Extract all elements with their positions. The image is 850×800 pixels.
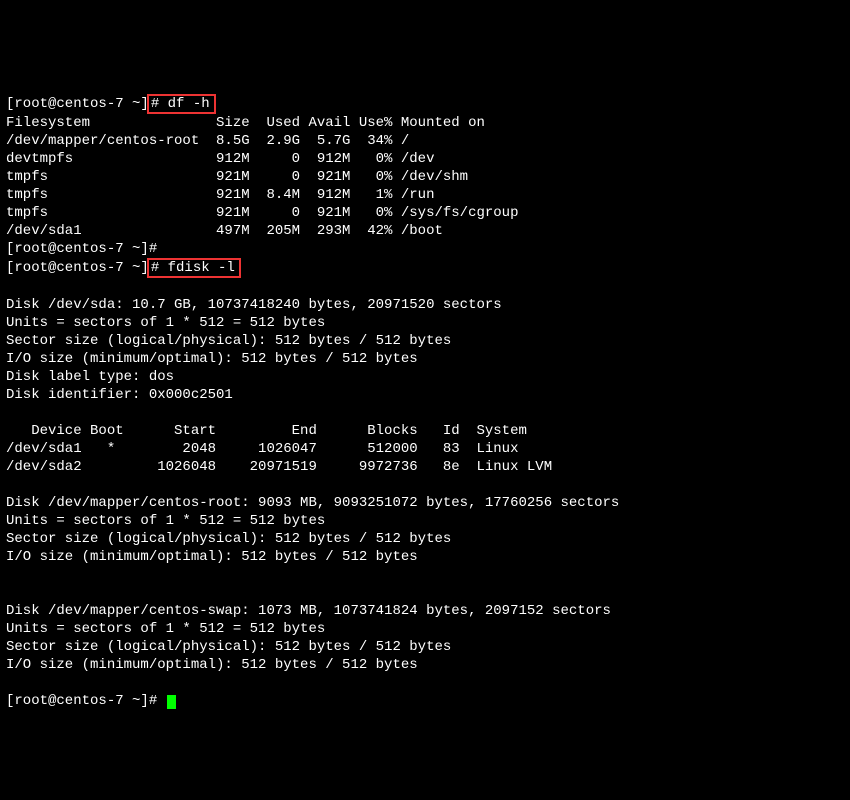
prompt-line-1: [root@centos-7 ~]# df -h [6, 96, 216, 112]
prompt-prefix: [root@centos-7 ~] [6, 260, 149, 276]
df-row: /dev/mapper/centos-root 8.5G 2.9G 5.7G 3… [6, 133, 409, 149]
prompt-line-3: [root@centos-7 ~]# fdisk -l [6, 260, 241, 276]
df-row: /dev/sda1 497M 205M 293M 42% /boot [6, 223, 443, 239]
fdisk-sda-line: Disk identifier: 0x000c2501 [6, 387, 233, 403]
prompt-text: [root@centos-7 ~]# [6, 693, 166, 709]
fdisk-root-line: Units = sectors of 1 * 512 = 512 bytes [6, 513, 325, 529]
command-df-highlight: # df -h [147, 94, 216, 114]
fdisk-swap-line: Sector size (logical/physical): 512 byte… [6, 639, 451, 655]
df-row: devtmpfs 912M 0 912M 0% /dev [6, 151, 434, 167]
fdisk-swap-line: Disk /dev/mapper/centos-swap: 1073 MB, 1… [6, 603, 611, 619]
fdisk-root-line: Sector size (logical/physical): 512 byte… [6, 531, 451, 547]
cursor-icon [167, 695, 176, 709]
df-header: Filesystem Size Used Avail Use% Mounted … [6, 115, 485, 131]
terminal[interactable]: [root@centos-7 ~]# df -h Filesystem Size… [6, 76, 844, 710]
partition-row: /dev/sda1 * 2048 1026047 512000 83 Linux [6, 441, 518, 457]
prompt-current[interactable]: [root@centos-7 ~]# [6, 693, 176, 709]
df-row: tmpfs 921M 8.4M 912M 1% /run [6, 187, 434, 203]
fdisk-root-line: I/O size (minimum/optimal): 512 bytes / … [6, 549, 418, 565]
prompt-line-2: [root@centos-7 ~]# [6, 241, 157, 257]
partition-header: Device Boot Start End Blocks Id System [6, 423, 527, 439]
fdisk-root-line: Disk /dev/mapper/centos-root: 9093 MB, 9… [6, 495, 619, 511]
fdisk-sda-line: Disk /dev/sda: 10.7 GB, 10737418240 byte… [6, 297, 502, 313]
fdisk-swap-line: I/O size (minimum/optimal): 512 bytes / … [6, 657, 418, 673]
fdisk-sda-line: Disk label type: dos [6, 369, 174, 385]
fdisk-sda-line: I/O size (minimum/optimal): 512 bytes / … [6, 351, 418, 367]
partition-row: /dev/sda2 1026048 20971519 9972736 8e Li… [6, 459, 552, 475]
df-row: tmpfs 921M 0 921M 0% /dev/shm [6, 169, 468, 185]
df-row: tmpfs 921M 0 921M 0% /sys/fs/cgroup [6, 205, 518, 221]
fdisk-sda-line: Units = sectors of 1 * 512 = 512 bytes [6, 315, 325, 331]
fdisk-sda-line: Sector size (logical/physical): 512 byte… [6, 333, 451, 349]
fdisk-swap-line: Units = sectors of 1 * 512 = 512 bytes [6, 621, 325, 637]
prompt-prefix: [root@centos-7 ~] [6, 96, 149, 112]
command-fdisk-highlight: # fdisk -l [147, 258, 241, 278]
